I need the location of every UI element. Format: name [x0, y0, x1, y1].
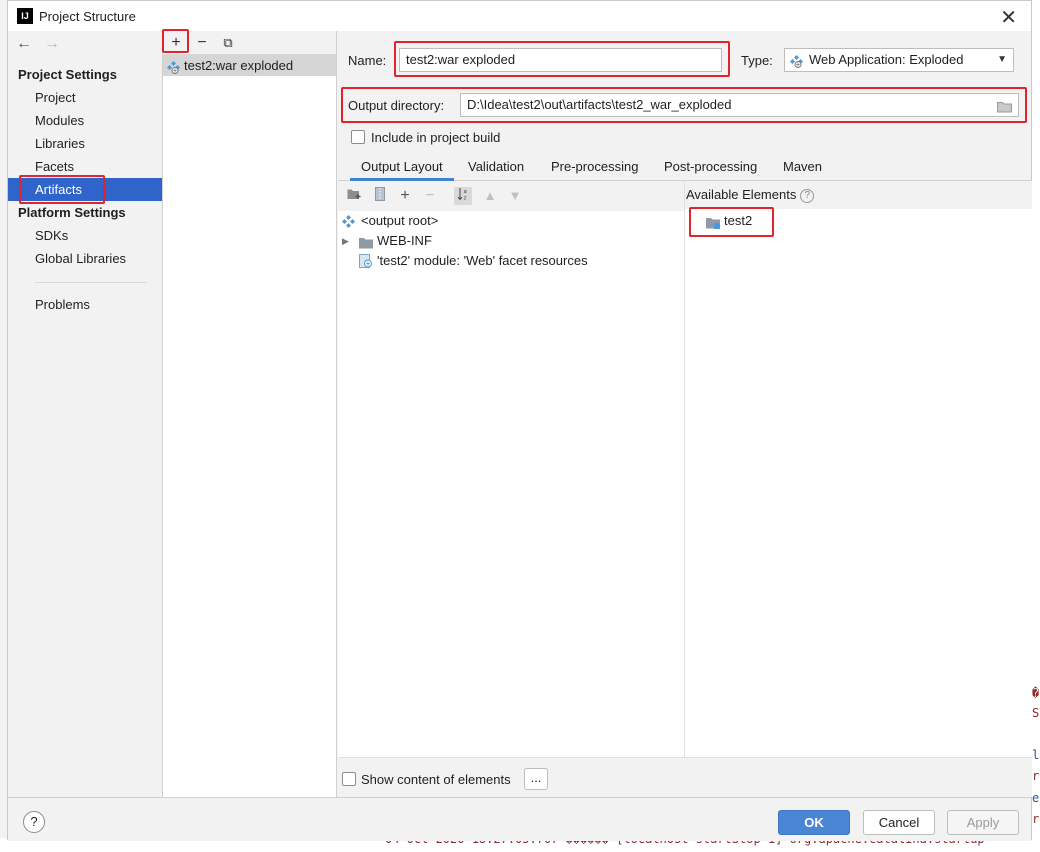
chevron-right-icon[interactable]: ▶ [342, 231, 349, 251]
back-arrow-icon[interactable]: ← [16, 35, 32, 52]
output-directory-value: D:\Idea\test2\out\artifacts\test2_war_ex… [467, 97, 732, 112]
show-content-label: Show content of elements [361, 772, 511, 787]
tree-node-label: WEB-INF [377, 233, 432, 248]
available-elements-panel: Available Elements? test2 [685, 181, 1032, 757]
show-content-options-button[interactable]: ... [524, 768, 548, 790]
new-directory-icon[interactable] [345, 187, 363, 205]
chevron-down-icon: ▼ [997, 54, 1007, 65]
tab-maven[interactable]: Maven [772, 155, 833, 181]
bg-glyph: S [1032, 706, 1040, 720]
bg-glyph: � [1032, 686, 1040, 700]
module-folder-icon [706, 215, 721, 235]
tree-node-web-inf[interactable]: ▶ WEB-INF [338, 231, 432, 251]
show-content-checkbox[interactable] [342, 772, 356, 786]
title-bar: IJ Project Structure ✕ [8, 1, 1031, 31]
nav-item-facets[interactable]: Facets [8, 155, 162, 178]
archive-icon[interactable] [371, 187, 389, 205]
type-value: Web Application: Exploded [809, 52, 964, 67]
copy-artifact-button[interactable]: ⧉ [218, 33, 238, 53]
close-icon[interactable]: ✕ [1000, 5, 1017, 30]
add-copy-icon[interactable]: + [396, 187, 414, 205]
tree-node-facet-resources[interactable]: 'test2' module: 'Web' facet resources [338, 251, 588, 271]
window-title: Project Structure [39, 9, 136, 24]
ok-button[interactable]: OK [778, 810, 850, 835]
artifact-name: test2:war exploded [184, 58, 294, 73]
tab-output-layout[interactable]: Output Layout [350, 155, 454, 181]
web-facet-icon [359, 254, 373, 274]
svg-text:a: a [464, 189, 467, 195]
web-artifact-icon [790, 53, 803, 75]
name-label: Name: [348, 53, 387, 68]
bg-glyph: r [1032, 769, 1040, 783]
nav-item-libraries[interactable]: Libraries [8, 132, 162, 155]
platform-settings-heading: Platform Settings [18, 205, 126, 220]
project-structure-dialog: IJ Project Structure ✕ ← → Project Settin… [7, 0, 1032, 841]
sort-elements-icon[interactable]: az [454, 187, 472, 205]
nav-item-project[interactable]: Project [8, 86, 162, 109]
svg-text:z: z [464, 196, 467, 202]
nav-divider [35, 282, 147, 283]
type-dropdown[interactable]: Web Application: Exploded ▼ [784, 48, 1014, 72]
artifacts-toolbar: + − ⧉ [163, 31, 336, 55]
remove-artifact-button[interactable]: − [192, 33, 212, 53]
remove-element-icon[interactable]: − [421, 187, 439, 205]
include-in-build-label: Include in project build [371, 130, 501, 145]
artifact-tabs: Output Layout Validation Pre-processing … [338, 155, 1032, 181]
help-icon[interactable]: ? [800, 188, 815, 203]
tree-node-label: <output root> [361, 213, 439, 228]
layout-toolbar: + − az ▲ ▼ [338, 181, 684, 211]
background-editor: � S l, r e r [1032, 0, 1040, 852]
forward-arrow-icon[interactable]: → [44, 35, 60, 52]
cancel-button[interactable]: Cancel [863, 810, 935, 835]
dialog-footer: ? OK Cancel Apply [8, 797, 1031, 841]
include-in-build-checkbox[interactable] [351, 130, 365, 144]
browse-folder-icon[interactable] [997, 98, 1013, 120]
layout-options-bar: Show content of elements ... [338, 757, 1032, 797]
artifact-list-item[interactable]: test2:war exploded [163, 55, 336, 76]
tab-validation[interactable]: Validation [457, 155, 535, 181]
help-button[interactable]: ? [23, 811, 45, 833]
output-directory-label: Output directory: [348, 98, 445, 113]
bg-glyph: e [1032, 791, 1040, 805]
nav-item-modules[interactable]: Modules [8, 109, 162, 132]
move-down-icon[interactable]: ▼ [506, 187, 524, 205]
artifacts-list-panel: + − ⧉ test2:war exploded [162, 31, 337, 797]
available-elements-title: Available Elements [686, 187, 797, 202]
project-settings-heading: Project Settings [18, 67, 117, 82]
settings-nav: ← → Project Settings Project Modules Libr… [8, 31, 162, 797]
available-item-label: test2 [724, 213, 753, 228]
bg-glyph: r [1032, 812, 1040, 826]
nav-item-global-libraries[interactable]: Global Libraries [8, 247, 162, 270]
name-field[interactable]: test2:war exploded [399, 48, 722, 72]
type-label: Type: [741, 53, 773, 68]
nav-history: ← → [16, 35, 72, 53]
output-layout-panel: + − az ▲ ▼ <output root> ▶ WEB-INF 'test… [338, 181, 685, 757]
nav-item-problems[interactable]: Problems [8, 293, 162, 316]
tab-pre-processing[interactable]: Pre-processing [540, 155, 649, 181]
nav-item-sdks[interactable]: SDKs [8, 224, 162, 247]
available-elements-header: Available Elements? [685, 181, 1032, 209]
output-directory-field[interactable]: D:\Idea\test2\out\artifacts\test2_war_ex… [460, 93, 1019, 117]
artifact-editor: Name: test2:war exploded Type: Web Appli… [338, 31, 1032, 797]
tree-node-output-root[interactable]: <output root> [338, 211, 438, 231]
tab-post-processing[interactable]: Post-processing [653, 155, 768, 181]
intellij-logo-icon: IJ [17, 8, 33, 24]
add-artifact-button[interactable]: + [166, 33, 186, 53]
web-artifact-icon [167, 59, 180, 80]
bg-glyph: l, [1032, 748, 1040, 762]
move-up-icon[interactable]: ▲ [481, 187, 499, 205]
nav-item-artifacts[interactable]: Artifacts [8, 178, 162, 201]
tree-node-label: 'test2' module: 'Web' facet resources [377, 253, 588, 268]
available-module-test2[interactable]: test2 [685, 211, 752, 231]
apply-button[interactable]: Apply [947, 810, 1019, 835]
